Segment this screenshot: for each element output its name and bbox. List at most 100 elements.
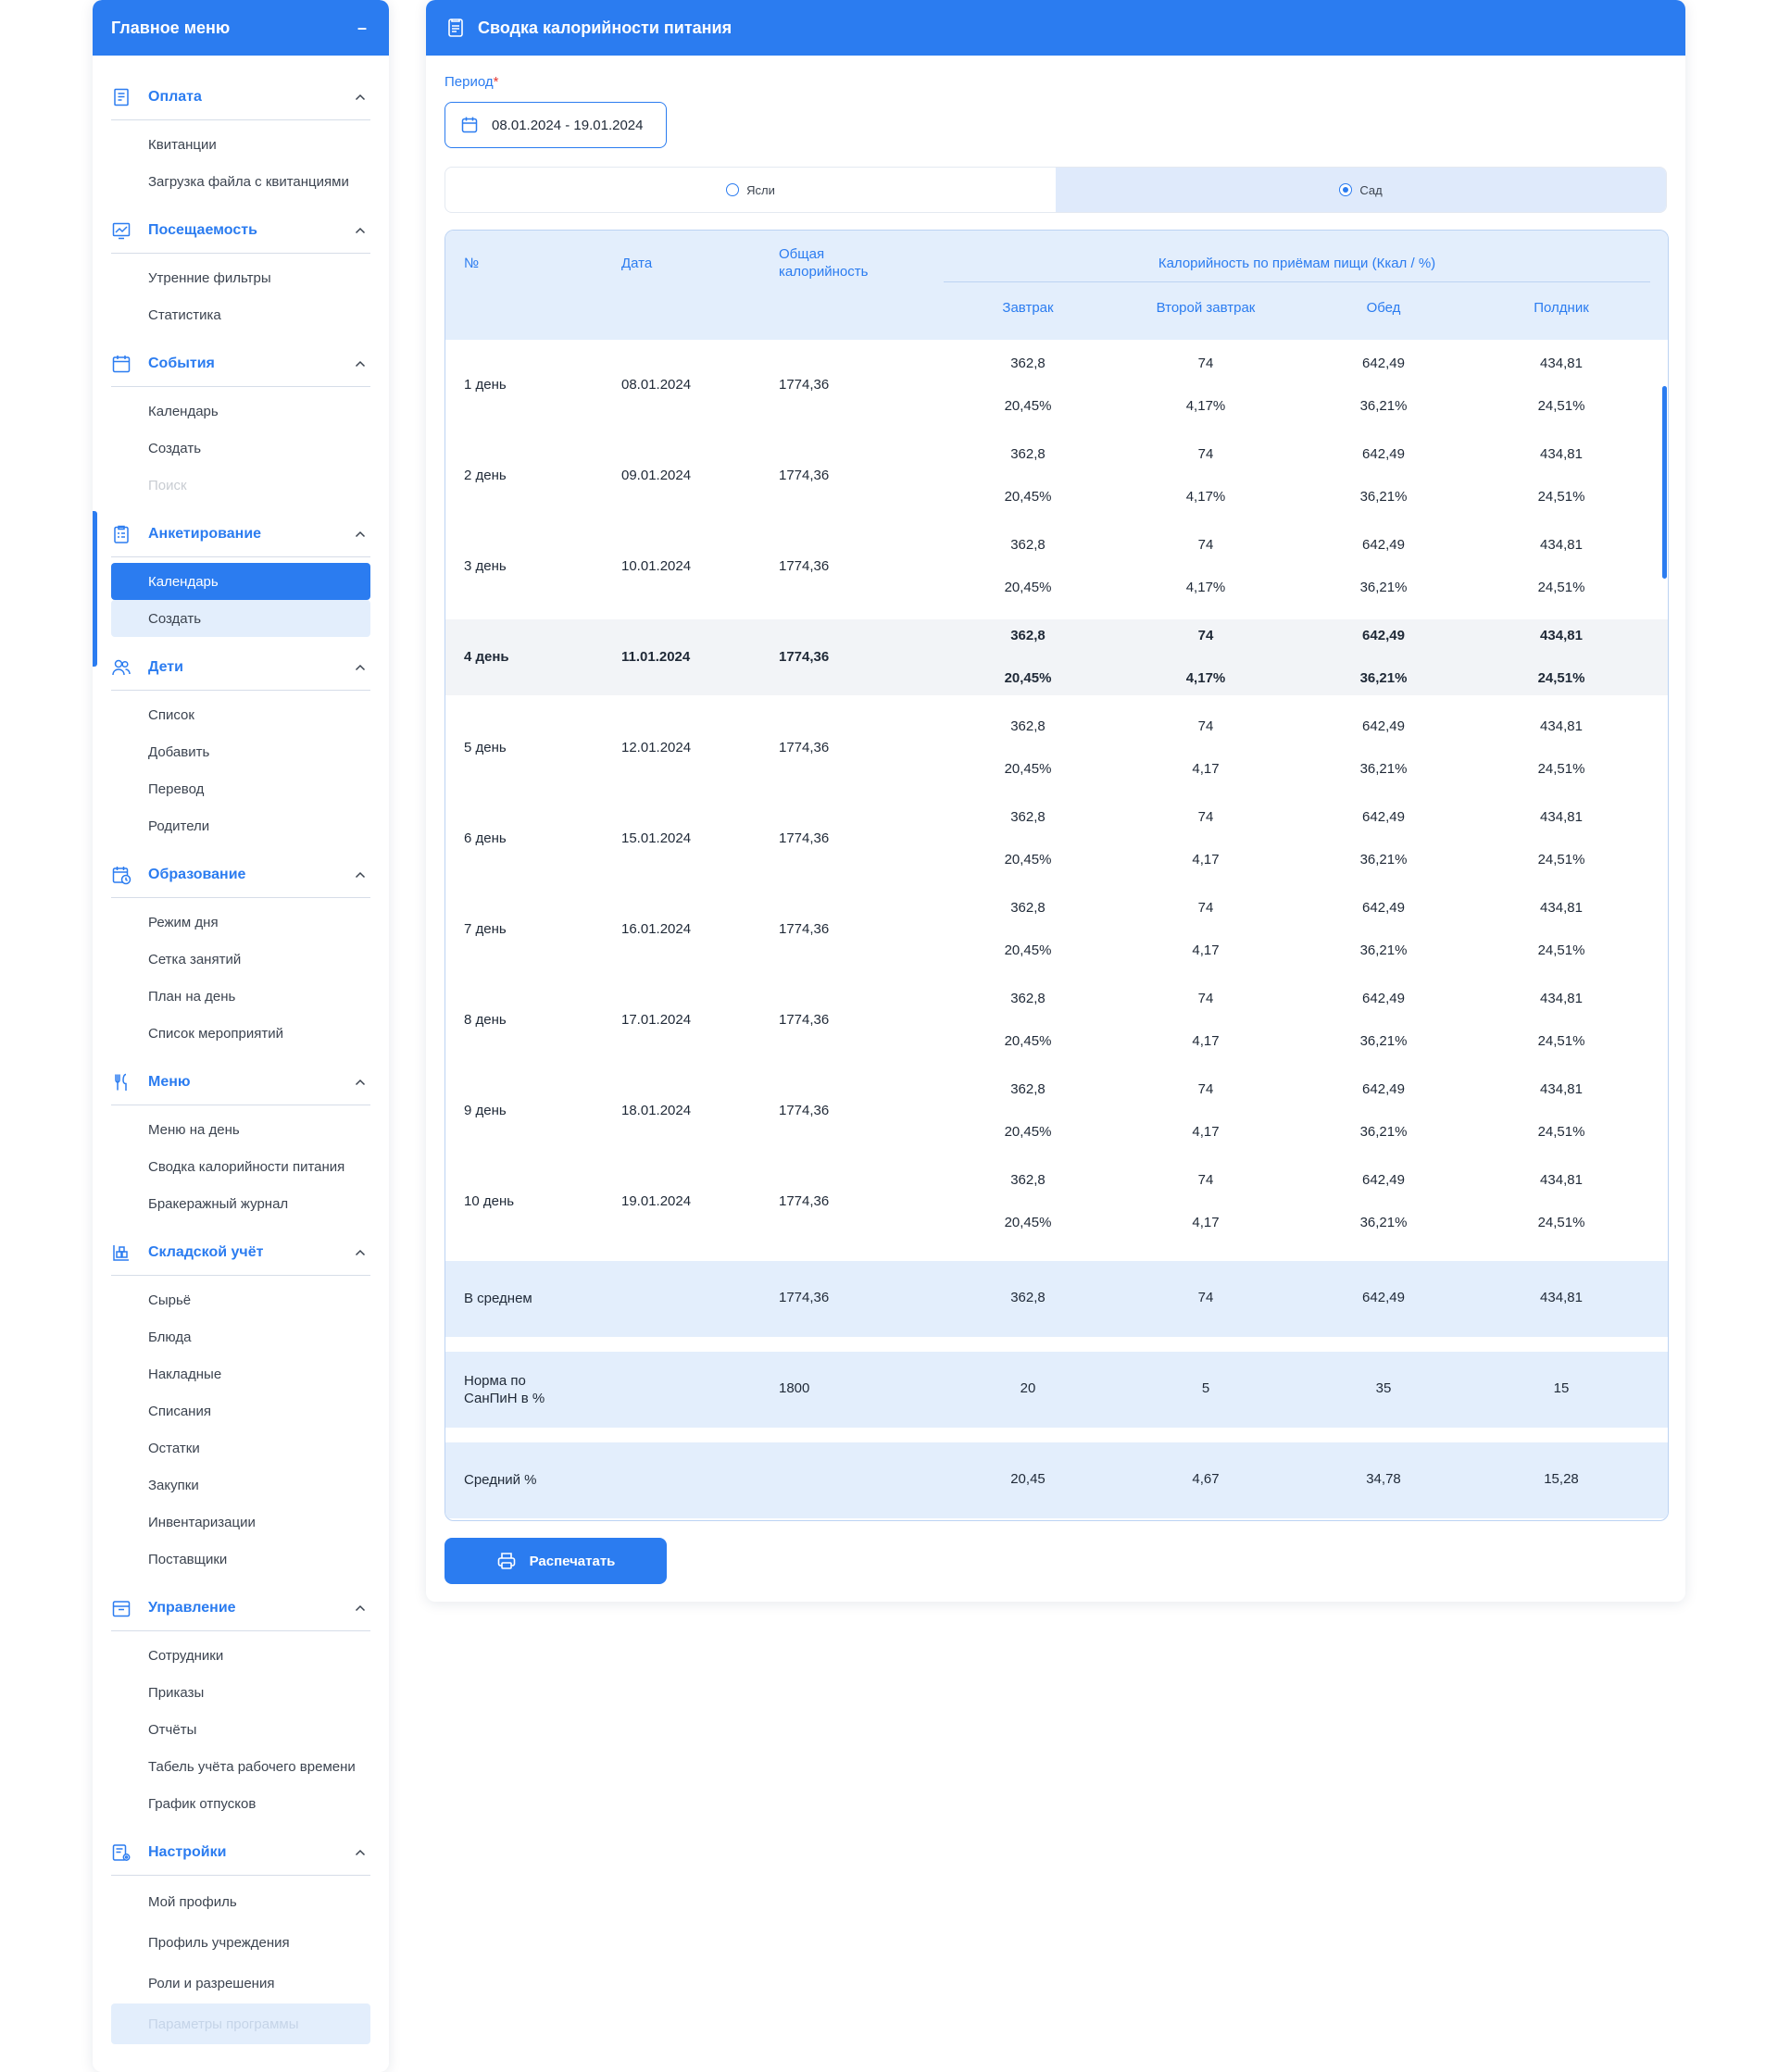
cell-percent: 4,17 xyxy=(1192,942,1220,958)
cell-percent: 20,45% xyxy=(1004,580,1052,595)
sidebar-item[interactable]: График отпусков xyxy=(111,1785,370,1822)
cell-percent: 36,21% xyxy=(1359,761,1408,777)
print-button[interactable]: Распечатать xyxy=(444,1538,667,1584)
cell-percent: 20,45% xyxy=(1004,670,1052,686)
table-row: 1 день 08.01.2024 1774,36 362,8 74 642,49 434,… xyxy=(445,347,1668,423)
sidebar-item[interactable]: Список мероприятий xyxy=(111,1015,370,1052)
sidebar-group-title: Анкетирование xyxy=(148,525,262,542)
cell-kcal: 642,49 xyxy=(1362,628,1405,643)
sidebar-item: Поиск xyxy=(148,477,187,493)
chevron-up-icon[interactable] xyxy=(350,220,370,241)
chevron-up-icon[interactable] xyxy=(350,657,370,678)
cell-day: 8 день xyxy=(464,1012,507,1028)
radio-yasli[interactable] xyxy=(726,183,740,196)
print-label: Распечатать xyxy=(529,1553,616,1569)
sidebar-group: Оплата Квитанции Загрузка файла с квитанци… xyxy=(111,74,370,200)
sidebar-item[interactable]: Создать xyxy=(111,430,370,467)
sidebar-item[interactable]: Календарь xyxy=(111,393,370,430)
sidebar-item[interactable]: Квитанции xyxy=(111,126,370,163)
summary-value: 34,78 xyxy=(1366,1471,1401,1487)
cell-total: 1774,36 xyxy=(779,1103,830,1118)
cell-date: 09.01.2024 xyxy=(621,468,692,483)
chevron-up-icon[interactable] xyxy=(350,1072,370,1092)
group-type-switch: Ясли Сад xyxy=(444,167,1667,213)
chevron-up-icon[interactable] xyxy=(350,524,370,544)
sidebar-item[interactable]: Роли и разрешения xyxy=(111,1963,370,2003)
sidebar-item[interactable]: Сводка калорийности питания xyxy=(111,1148,370,1185)
sidebar-item[interactable]: Режим дня xyxy=(111,904,370,941)
sidebar-group-items: Календарь Создать xyxy=(111,557,370,637)
cell-kcal: 642,49 xyxy=(1362,809,1405,825)
chevron-up-icon[interactable] xyxy=(350,1598,370,1618)
cell-total: 1774,36 xyxy=(779,649,830,665)
sidebar-group-header[interactable]: Настройки xyxy=(111,1829,370,1876)
period-date-range-input[interactable]: 08.01.2024 - 19.01.2024 xyxy=(444,102,667,148)
calorie-table: № Дата Общая калорийность Калорийность п… xyxy=(444,230,1669,1521)
collapse-sidebar-button[interactable]: – xyxy=(357,19,367,36)
sidebar-group-header[interactable]: Посещаемость xyxy=(111,207,370,254)
cell-kcal: 74 xyxy=(1197,900,1214,916)
sidebar-item[interactable]: Накладные xyxy=(111,1355,370,1392)
cell-percent: 4,17% xyxy=(1185,398,1226,414)
sidebar-item[interactable]: План на день xyxy=(111,978,370,1015)
cell-kcal: 642,49 xyxy=(1362,537,1405,553)
sidebar-group: Образование Режим дня Сетка занятий План на… xyxy=(111,852,370,1052)
cell-day: 7 день xyxy=(464,921,507,937)
sidebar-group-title: Посещаемость xyxy=(148,221,257,238)
sidebar-group-header[interactable]: Оплата xyxy=(111,74,370,120)
segment-sad[interactable]: Сад xyxy=(1056,168,1666,212)
sidebar-item[interactable]: Сетка занятий xyxy=(111,941,370,978)
chevron-up-icon[interactable] xyxy=(350,354,370,374)
sidebar-item[interactable]: Списания xyxy=(111,1392,370,1429)
table-row: 7 день 16.01.2024 1774,36 362,8 74 642,49 434,… xyxy=(445,892,1668,967)
sidebar-group-header[interactable]: Складской учёт xyxy=(111,1229,370,1276)
sidebar-item[interactable]: Сотрудники xyxy=(111,1637,370,1674)
sidebar-item[interactable]: Создать xyxy=(111,600,370,637)
summary-value: 74 xyxy=(1197,1290,1214,1305)
sidebar-item[interactable]: Приказы xyxy=(111,1674,370,1711)
cell-kcal: 434,81 xyxy=(1540,446,1583,462)
sidebar-group-header[interactable]: Дети xyxy=(111,644,370,691)
segment-yasli[interactable]: Ясли xyxy=(445,168,1056,212)
cell-date: 18.01.2024 xyxy=(621,1103,692,1118)
sidebar-item[interactable]: Профиль учреждения xyxy=(111,1922,370,1963)
sidebar-item[interactable]: Сырьё xyxy=(111,1281,370,1318)
chevron-up-icon[interactable] xyxy=(350,865,370,885)
sidebar-group-header[interactable]: Образование xyxy=(111,852,370,898)
sidebar-item[interactable]: Табель учёта рабочего времени xyxy=(111,1748,370,1785)
sidebar-group-header[interactable]: Управление xyxy=(111,1585,370,1631)
sidebar-item[interactable]: Остатки xyxy=(111,1429,370,1467)
sidebar-item[interactable]: Меню на день xyxy=(111,1111,370,1148)
sidebar-group-title: Образование xyxy=(148,866,246,882)
cell-percent: 36,21% xyxy=(1359,852,1408,867)
sidebar-item[interactable]: Инвентаризации xyxy=(111,1504,370,1541)
sidebar-group-header[interactable]: Меню xyxy=(111,1059,370,1105)
sidebar-item[interactable]: Загрузка файла с квитанциями xyxy=(111,163,370,200)
sidebar-item[interactable]: Добавить xyxy=(111,733,370,770)
sidebar-item[interactable]: Мой профиль xyxy=(111,1881,370,1922)
chevron-up-icon[interactable] xyxy=(350,1242,370,1263)
sidebar-group-items: Календарь Создать Поиск xyxy=(111,387,370,504)
sidebar-item[interactable]: Закупки xyxy=(111,1467,370,1504)
chevron-up-icon[interactable] xyxy=(350,1842,370,1863)
table-scrollbar[interactable] xyxy=(1662,386,1667,579)
sidebar-group-header[interactable]: Анкетирование xyxy=(111,511,370,557)
sidebar-item[interactable]: Бракеражный журнал xyxy=(111,1185,370,1222)
cell-percent: 24,51% xyxy=(1537,489,1585,505)
table-row: 6 день 15.01.2024 1774,36 362,8 74 642,49 434,… xyxy=(445,801,1668,877)
sidebar-item[interactable]: Список xyxy=(111,696,370,733)
sidebar-group-header[interactable]: События xyxy=(111,341,370,387)
sidebar-item[interactable]: Перевод xyxy=(111,770,370,807)
chevron-up-icon[interactable] xyxy=(350,87,370,107)
radio-sad[interactable] xyxy=(1339,183,1353,196)
sidebar-item[interactable]: Календарь xyxy=(111,563,370,600)
sidebar-item[interactable]: Статистика xyxy=(111,296,370,333)
cell-percent: 4,17 xyxy=(1192,1124,1220,1140)
sidebar-item[interactable]: Блюда xyxy=(111,1318,370,1355)
sidebar-item[interactable]: Родители xyxy=(111,807,370,844)
sidebar-item[interactable]: Утренние фильтры xyxy=(111,259,370,296)
cell-kcal: 642,49 xyxy=(1362,1172,1405,1188)
sidebar-item[interactable]: Поставщики xyxy=(111,1541,370,1578)
sidebar-item[interactable]: Отчёты xyxy=(111,1711,370,1748)
sidebar-group-items: Меню на день Сводка калорийности питания Б… xyxy=(111,1105,370,1222)
